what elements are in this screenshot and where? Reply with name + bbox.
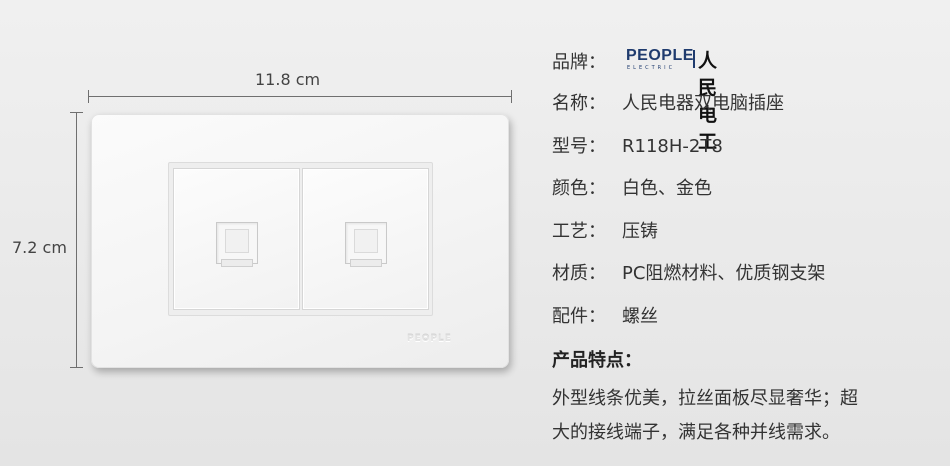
- spec-value: 螺丝: [622, 306, 658, 327]
- spec-value: PC阻燃材料、优质钢支架: [622, 263, 826, 284]
- brand-logo-divider: [693, 50, 695, 68]
- network-jack-icon: [216, 222, 258, 267]
- features-line-1: 外型线条优美，拉丝面板尽显奢华；超: [552, 388, 858, 409]
- brand-logo-en: PEOPLE: [626, 47, 694, 64]
- spec-key: 型号：: [552, 136, 606, 157]
- spec-value: 人民电器双电脑插座: [622, 93, 784, 114]
- plate-embossed-logo: PEOPLE: [407, 334, 452, 344]
- spec-row-process: 工艺： 压铸: [552, 217, 658, 243]
- spec-row-accessories: 配件： 螺丝: [552, 302, 658, 328]
- spec-value: 压铸: [622, 221, 658, 242]
- network-jack-icon: [345, 222, 387, 267]
- features-line-2: 大的接线端子，满足各种并线需求。: [552, 422, 840, 443]
- spec-value: R118H-2T8: [622, 136, 723, 157]
- spec-row-name: 名称： 人民电器双电脑插座: [552, 89, 784, 115]
- spec-key: 材质：: [552, 263, 606, 284]
- features-text: 外型线条优美，拉丝面板尽显奢华；超 大的接线端子，满足各种并线需求。: [552, 382, 912, 450]
- spec-row-model: 型号： R118H-2T8: [552, 132, 723, 158]
- height-dimension-label: 7.2 cm: [12, 238, 67, 257]
- brand-logo-sub: ELECTRIC: [627, 65, 676, 71]
- spec-value: 白色、金色: [622, 178, 712, 199]
- socket-module-right: [302, 168, 429, 310]
- socket-wall-plate: PEOPLE: [91, 114, 509, 368]
- spec-row-color: 颜色： 白色、金色: [552, 174, 712, 200]
- spec-key: 品牌：: [552, 52, 606, 73]
- spec-key: 配件：: [552, 306, 606, 327]
- spec-row-material: 材质： PC阻燃材料、优质钢支架: [552, 259, 825, 285]
- features-title: 产品特点：: [552, 350, 642, 371]
- width-dimension-label: 11.8 cm: [255, 70, 321, 89]
- product-detail-canvas: 11.8 cm 7.2 cm PEOPLE 品牌： PEOPLE ELECTRI…: [0, 0, 950, 466]
- spec-key: 名称：: [552, 93, 606, 114]
- socket-module-left: [173, 168, 300, 310]
- width-dimension-line: [88, 90, 512, 103]
- socket-module-frame: [168, 162, 433, 316]
- spec-key: 颜色：: [552, 178, 606, 199]
- height-dimension-line: [70, 112, 83, 368]
- spec-key: 工艺：: [552, 221, 606, 242]
- spec-row-brand: 品牌：: [552, 48, 622, 74]
